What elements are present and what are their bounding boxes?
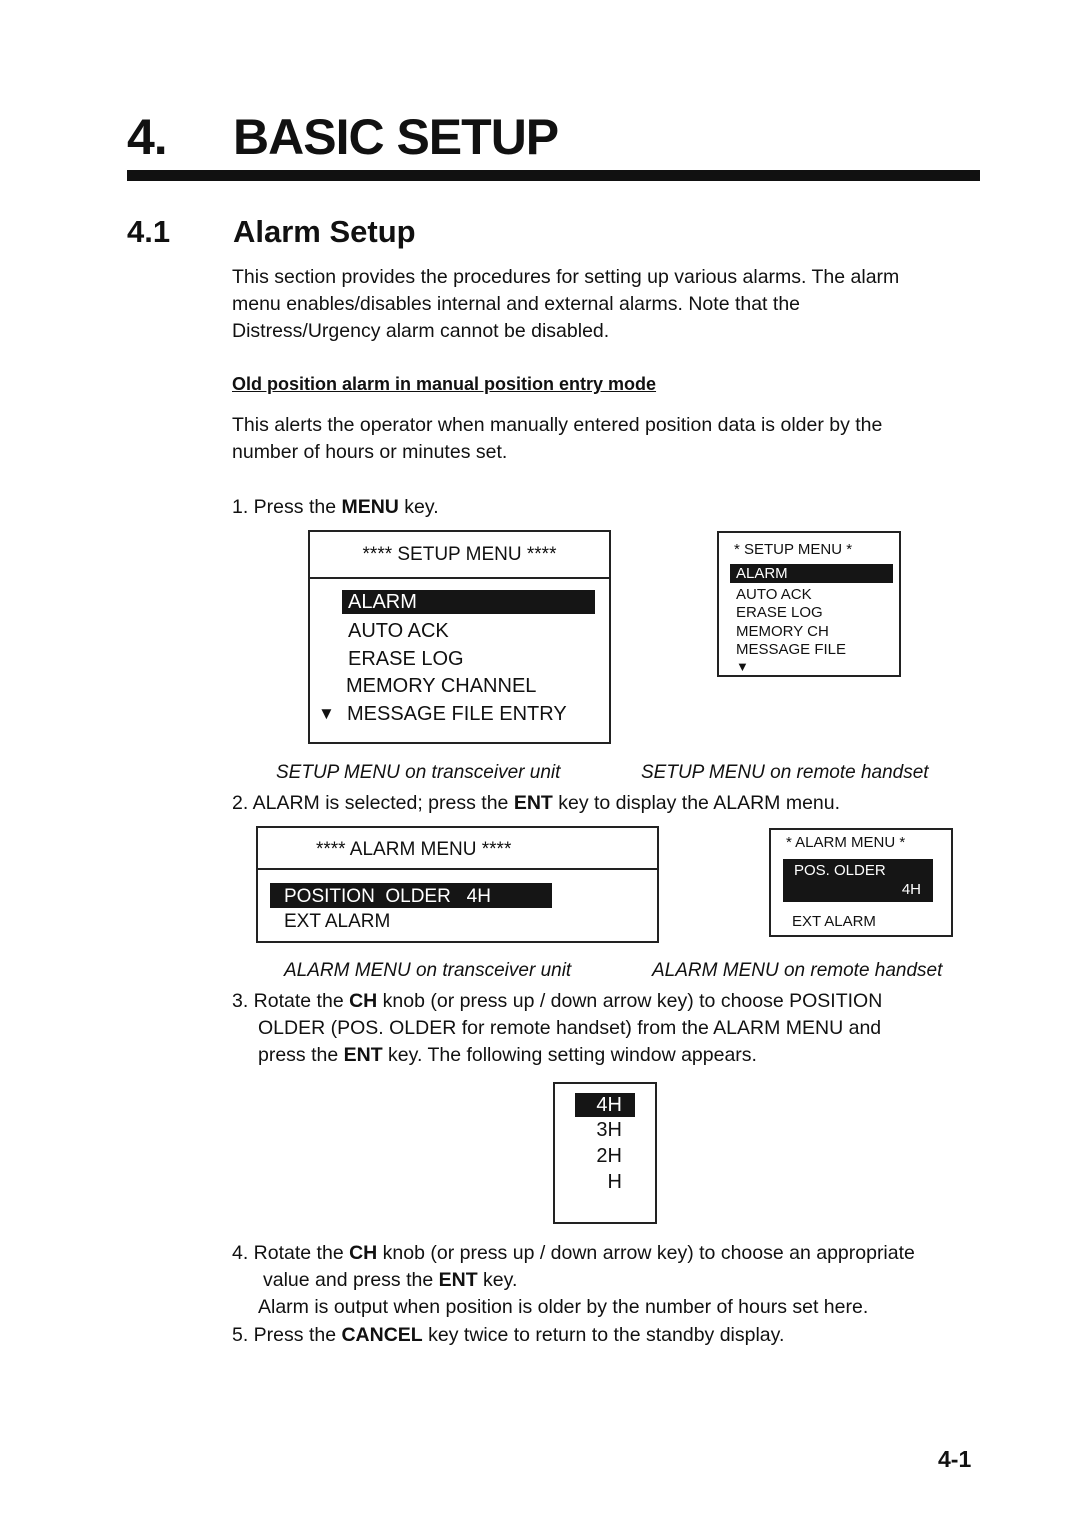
hour-setting-window: 4H 3H 2H H <box>553 1082 657 1224</box>
step-line: 3. Rotate the CH knob (or press up / dow… <box>232 988 882 1015</box>
subintro-paragraph: This alerts the operator when manually e… <box>232 412 882 466</box>
key-name: ENT <box>438 1269 478 1291</box>
step-text: 3. Rotate the <box>232 990 350 1012</box>
subheading: Old position alarm in manual position en… <box>232 374 657 394</box>
step-3: 3. Rotate the CH knob (or press up / dow… <box>232 988 882 1069</box>
alarm-menu-unit-item-ext-alarm[interactable]: EXT ALARM <box>284 911 390 933</box>
hour-option[interactable]: 3H <box>575 1119 622 1142</box>
step-text: key. The following setting window appear… <box>382 1044 757 1066</box>
section-number: 4.1 <box>127 214 171 249</box>
intro-line: This section provides the procedures for… <box>232 266 900 288</box>
caption-alarm-menu-handset: ALARM MENU on remote handset <box>652 960 943 981</box>
step-text: 5. Press the <box>232 1324 342 1346</box>
step-text: knob (or press up / down arrow key) to c… <box>377 1242 915 1264</box>
pos-older-label: POS. OLDER <box>794 862 886 879</box>
key-name: ENT <box>513 792 553 814</box>
pos-older-value: 4H <box>901 881 921 898</box>
step-1: 1. Press the MENU key. <box>232 494 439 521</box>
chapter-title: BASIC SETUP <box>233 109 559 165</box>
alarm-menu-unit-title: **** ALARM MENU **** <box>258 828 657 870</box>
caption-alarm-menu-unit: ALARM MENU on transceiver unit <box>284 960 572 981</box>
alarm-menu-handset-item-ext-alarm[interactable]: EXT ALARM <box>792 913 876 930</box>
setup-menu-handset-item[interactable]: ERASE LOG <box>736 604 823 621</box>
step-text: key. <box>477 1269 518 1291</box>
key-name: MENU <box>341 496 399 518</box>
intro-line: Distress/Urgency alarm cannot be disable… <box>232 320 610 342</box>
step-line: 4. Rotate the CH knob (or press up / dow… <box>232 1240 915 1267</box>
chapter-number: 4. <box>127 109 168 165</box>
step-text: key to display the ALARM menu. <box>552 792 841 814</box>
alarm-menu-handset-item-pos-older[interactable]: POS. OLDER 4H <box>783 859 933 902</box>
step-text: 2. ALARM is selected; press the <box>232 792 514 814</box>
alarm-menu-unit-item-position-older[interactable]: POSITION OLDER 4H <box>270 883 552 908</box>
section-title: Alarm Setup <box>233 214 416 249</box>
caption-setup-menu-unit: SETUP MENU on transceiver unit <box>276 762 561 783</box>
setup-menu-handset-display: * SETUP MENU * ALARM AUTO ACK ERASE LOG … <box>717 531 901 677</box>
setup-menu-unit-title: **** SETUP MENU **** <box>310 532 609 579</box>
setup-menu-unit-item[interactable]: MESSAGE FILE ENTRY <box>347 703 567 726</box>
step-text: key twice to return to the standby displ… <box>422 1324 785 1346</box>
page-number: 4-1 <box>938 1446 972 1472</box>
setup-menu-handset-item[interactable]: MESSAGE FILE <box>736 641 846 658</box>
step-text: 4. Rotate the <box>232 1242 350 1264</box>
step-line: Alarm is output when position is older b… <box>258 1296 869 1318</box>
setup-menu-unit-display: **** SETUP MENU **** ALARM AUTO ACK ERAS… <box>308 530 611 744</box>
hour-option[interactable]: 2H <box>575 1145 622 1168</box>
scroll-down-icon: ▼ <box>318 704 335 723</box>
caption-setup-menu-handset: SETUP MENU on remote handset <box>641 762 929 783</box>
step-4: 4. Rotate the CH knob (or press up / dow… <box>232 1240 915 1321</box>
alarm-menu-unit-display: **** ALARM MENU **** POSITION OLDER 4H E… <box>256 826 659 943</box>
key-name: ENT <box>343 1044 383 1066</box>
step-text: press the <box>258 1044 344 1066</box>
intro-paragraph: This section provides the procedures for… <box>232 264 899 345</box>
setup-menu-unit-item-alarm[interactable]: ALARM <box>342 590 595 614</box>
hour-option[interactable]: H <box>575 1171 622 1194</box>
setup-menu-unit-item[interactable]: AUTO ACK <box>348 620 449 643</box>
step-line: value and press the ENT key. <box>232 1267 915 1294</box>
step-text: key. <box>398 496 439 518</box>
alarm-menu-handset-title: * ALARM MENU * <box>786 834 906 851</box>
step-2: 2. ALARM is selected; press the ENT key … <box>232 790 840 817</box>
chapter-rule <box>127 170 980 181</box>
subintro-line: This alerts the operator when manually e… <box>232 414 883 436</box>
chapter-heading: 4. BASIC SETUP <box>127 108 559 166</box>
step-text: 1. Press the <box>232 496 342 518</box>
step-5: 5. Press the CANCEL key twice to return … <box>232 1322 784 1349</box>
section-heading: 4.1 Alarm Setup <box>127 214 416 250</box>
key-name: CH <box>349 1242 378 1264</box>
key-name: CH <box>349 990 378 1012</box>
setup-menu-handset-item[interactable]: AUTO ACK <box>736 586 812 603</box>
setup-menu-handset-title: * SETUP MENU * <box>734 541 853 558</box>
step-line: press the ENT key. The following setting… <box>232 1042 882 1069</box>
scroll-down-icon: ▼ <box>736 659 749 674</box>
alarm-menu-handset-display: * ALARM MENU * POS. OLDER 4H EXT ALARM <box>769 828 953 937</box>
step-text: knob (or press up / down arrow key) to c… <box>377 990 883 1012</box>
setup-menu-unit-item[interactable]: ERASE LOG <box>348 648 464 671</box>
step-text: value and press the <box>263 1269 439 1291</box>
subintro-line: number of hours or minutes set. <box>232 441 508 463</box>
key-name: CANCEL <box>341 1324 423 1346</box>
setup-menu-handset-item[interactable]: MEMORY CH <box>736 623 829 640</box>
hour-option-selected[interactable]: 4H <box>575 1093 635 1117</box>
intro-line: menu enables/disables internal and exter… <box>232 293 801 315</box>
setup-menu-unit-item[interactable]: MEMORY CHANNEL <box>346 675 536 698</box>
setup-menu-handset-item-alarm[interactable]: ALARM <box>730 564 893 583</box>
step-line: OLDER (POS. OLDER for remote handset) fr… <box>258 1017 882 1039</box>
